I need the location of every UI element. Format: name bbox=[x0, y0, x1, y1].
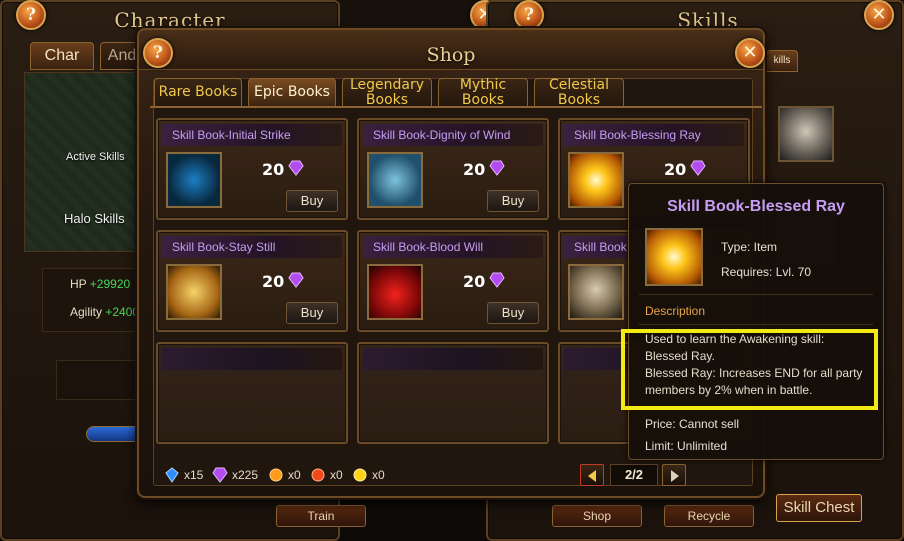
currency-purple: x225 bbox=[212, 466, 258, 484]
item-name: Skill Book-Stay Still bbox=[162, 236, 342, 258]
buy-button[interactable]: Buy bbox=[286, 302, 338, 324]
blood-will-icon[interactable] bbox=[367, 264, 423, 320]
stat-agility-label: Agility bbox=[70, 305, 103, 319]
shop-close-icon[interactable]: ✕ bbox=[735, 38, 765, 68]
currency-yellow-amount: x0 bbox=[372, 468, 385, 482]
tab-mythic-books[interactable]: Mythic Books bbox=[438, 77, 528, 107]
buy-button[interactable]: Buy bbox=[286, 190, 338, 212]
currency-purple-amount: x225 bbox=[232, 468, 259, 482]
tooltip-limit: Limit: Unlimited bbox=[645, 439, 728, 453]
train-button[interactable]: Train bbox=[276, 505, 366, 527]
tooltip-divider bbox=[639, 406, 873, 407]
stat-hp-label: HP bbox=[70, 277, 87, 291]
item-name: Skill Book-Blessing Ray bbox=[564, 124, 744, 146]
item-price: 20 bbox=[463, 160, 486, 179]
chevron-left-icon bbox=[588, 470, 596, 482]
currency-yellow: x0 bbox=[352, 466, 385, 484]
shop-item-card-empty bbox=[156, 342, 348, 444]
dignity-of-wind-icon[interactable] bbox=[367, 152, 423, 208]
item-price: 20 bbox=[262, 160, 285, 179]
purple-gem-icon bbox=[489, 272, 505, 288]
tooltip-description-heading: Description bbox=[645, 304, 706, 318]
awakening-skill-slot[interactable] bbox=[778, 106, 834, 162]
buy-button[interactable]: Buy bbox=[487, 302, 539, 324]
tooltip-description-line: members by 2% when in battle. bbox=[645, 383, 813, 397]
stat-agility: Agility +2400 bbox=[70, 305, 139, 319]
item-name-empty bbox=[162, 348, 342, 370]
chevron-right-icon bbox=[671, 470, 679, 482]
stat-agility-value: +2400 bbox=[105, 305, 140, 319]
tooltip-title: Skill Book-Blessed Ray bbox=[667, 198, 845, 215]
halo-skills-label: Halo Skills bbox=[64, 211, 125, 226]
next-page-button[interactable] bbox=[662, 464, 686, 486]
tooltip-description-line: Blessed Ray: Increases END for all party bbox=[645, 366, 863, 380]
currency-orange-amount: x0 bbox=[288, 468, 301, 482]
prev-page-button[interactable] bbox=[580, 464, 604, 486]
page-indicator: 2/2 bbox=[610, 464, 658, 486]
shop-title: Shop bbox=[426, 44, 476, 66]
purple-gem-icon bbox=[212, 467, 228, 483]
item-name: Skill Book-Blood Will bbox=[363, 236, 543, 258]
game-screen: ? Character ✕ Char And Active Skills Hal… bbox=[0, 0, 904, 541]
active-skills-label: Active Skills bbox=[66, 151, 125, 163]
stat-hp: HP +29920 bbox=[70, 277, 130, 291]
awakening-icon[interactable] bbox=[568, 264, 624, 320]
stat-hp-value: +29920 bbox=[89, 277, 131, 291]
currency-blue-amount: x15 bbox=[184, 468, 204, 482]
item-name: Skill Book-Initial Strike bbox=[162, 124, 342, 146]
tooltip-divider bbox=[639, 324, 873, 325]
shop-button[interactable]: Shop bbox=[552, 505, 642, 527]
currency-blue: x15 bbox=[164, 466, 203, 484]
item-price: 20 bbox=[463, 272, 486, 291]
shop-item-card: Skill Book-Blood Will 20 Buy bbox=[357, 230, 549, 332]
tab-skills[interactable]: kills bbox=[766, 50, 798, 72]
tab-divider bbox=[150, 106, 762, 108]
item-name: Skill Book-Dignity of Wind bbox=[363, 124, 543, 146]
purple-gem-icon bbox=[288, 272, 304, 288]
item-name-empty bbox=[363, 348, 543, 370]
shop-item-card: Skill Book-Dignity of Wind 20 Buy bbox=[357, 118, 549, 220]
blue-gem-icon bbox=[165, 467, 179, 483]
recycle-button[interactable]: Recycle bbox=[664, 505, 754, 527]
skills-close-icon[interactable]: ✕ bbox=[864, 0, 894, 30]
blessing-ray-icon[interactable] bbox=[568, 152, 624, 208]
skill-chest-button[interactable]: Skill Chest bbox=[776, 494, 862, 522]
purple-gem-icon bbox=[489, 160, 505, 176]
item-price: 20 bbox=[262, 272, 285, 291]
currency-red: x0 bbox=[310, 466, 343, 484]
tab-char[interactable]: Char bbox=[30, 42, 94, 70]
yellow-gem-icon bbox=[353, 468, 367, 482]
skills-help-icon[interactable]: ? bbox=[514, 0, 544, 30]
item-tooltip: Skill Book-Blessed Ray Type: Item Requir… bbox=[628, 183, 884, 460]
purple-gem-icon bbox=[288, 160, 304, 176]
tab-celestial-books[interactable]: Celestial Books bbox=[534, 77, 624, 107]
blessed-ray-icon bbox=[645, 228, 703, 286]
item-price: 20 bbox=[664, 160, 687, 179]
tooltip-description: Used to learn the Awakening skill: Bless… bbox=[645, 331, 875, 399]
orange-gem-icon bbox=[269, 468, 283, 482]
tooltip-type: Type: Item bbox=[721, 240, 778, 254]
tooltip-description-line: Blessed Ray. bbox=[645, 349, 715, 363]
initial-strike-icon[interactable] bbox=[166, 152, 222, 208]
purple-gem-icon bbox=[690, 160, 706, 176]
red-gem-icon bbox=[311, 468, 325, 482]
tab-epic-books[interactable]: Epic Books bbox=[248, 78, 336, 106]
tab-legendary-books[interactable]: Legendary Books bbox=[342, 77, 432, 107]
tooltip-price: Price: Cannot sell bbox=[645, 417, 740, 431]
stay-still-icon[interactable] bbox=[166, 264, 222, 320]
tooltip-description-line: Used to learn the Awakening skill: bbox=[645, 332, 825, 346]
tooltip-divider bbox=[639, 294, 873, 295]
currency-red-amount: x0 bbox=[330, 468, 343, 482]
shop-item-card-empty bbox=[357, 342, 549, 444]
tooltip-requires: Requires: Lvl. 70 bbox=[721, 265, 812, 279]
buy-button[interactable]: Buy bbox=[487, 190, 539, 212]
tab-rare-books[interactable]: Rare Books bbox=[154, 78, 242, 106]
shop-item-card: Skill Book-Initial Strike 20 Buy bbox=[156, 118, 348, 220]
shop-item-card: Skill Book-Stay Still 20 Buy bbox=[156, 230, 348, 332]
currency-orange: x0 bbox=[268, 466, 301, 484]
